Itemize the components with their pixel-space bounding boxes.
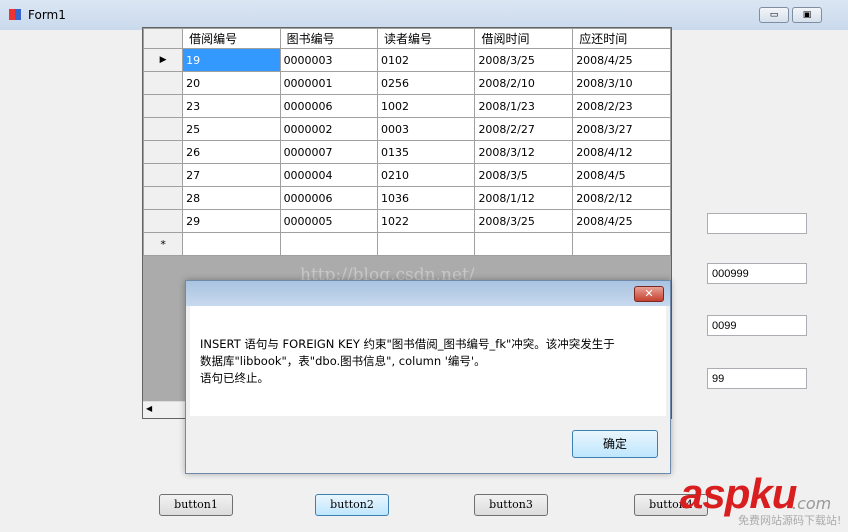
textbox-3[interactable] — [707, 315, 807, 336]
row-header[interactable] — [143, 209, 184, 233]
table-row[interactable]: 20 0000001 0256 2008/2/10 2008/3/10 — [143, 71, 671, 95]
table-cell[interactable]: 0003 — [376, 117, 476, 141]
message-line: 语句已终止。 — [200, 371, 269, 385]
table-cell[interactable]: 0000002 — [279, 117, 379, 141]
ok-button[interactable]: 确定 — [572, 430, 658, 458]
table-cell[interactable]: 0000001 — [279, 71, 379, 95]
app-icon — [9, 9, 21, 20]
column-header[interactable]: 图书编号 — [279, 28, 379, 49]
column-header[interactable]: 读者编号 — [376, 28, 476, 49]
column-header[interactable]: 借阅编号 — [182, 28, 281, 49]
error-dialog: ✕ INSERT 语句与 FOREIGN KEY 约束"图书借阅_图书编号_fk… — [185, 280, 671, 474]
logo-main: aspku — [680, 470, 797, 517]
table-cell[interactable]: 2008/3/12 — [474, 140, 574, 164]
table-cell[interactable]: 2008/3/5 — [474, 163, 574, 187]
table-row[interactable]: ▶ 19 0000003 0102 2008/3/25 2008/4/25 — [143, 48, 671, 72]
new-row[interactable]: * — [143, 232, 671, 256]
table-cell[interactable]: 2008/2/12 — [572, 186, 671, 210]
table-cell[interactable] — [182, 232, 281, 256]
table-cell[interactable]: 0000006 — [279, 94, 379, 118]
table-cell[interactable]: 0000003 — [279, 48, 379, 72]
table-cell[interactable]: 2008/4/25 — [572, 209, 671, 233]
table-cell[interactable] — [279, 232, 379, 256]
button2[interactable]: button2 — [315, 494, 389, 516]
row-header[interactable] — [143, 186, 184, 210]
table-cell[interactable]: 2008/1/12 — [474, 186, 574, 210]
table-cell[interactable]: 0102 — [376, 48, 476, 72]
table-cell[interactable]: 26 — [182, 140, 281, 164]
message-line: INSERT 语句与 FOREIGN KEY 约束"图书借阅_图书编号_fk"冲… — [200, 337, 615, 351]
table-row[interactable]: 29 0000005 1022 2008/3/25 2008/4/25 — [143, 209, 671, 233]
button3[interactable]: button3 — [474, 494, 548, 516]
table-cell[interactable]: 2008/3/25 — [474, 48, 574, 72]
column-header[interactable]: 应还时间 — [572, 28, 671, 49]
table-cell[interactable]: 19 — [182, 48, 281, 72]
table-cell[interactable]: 2008/3/25 — [474, 209, 574, 233]
column-header[interactable]: 借阅时间 — [474, 28, 574, 49]
minimize-button[interactable]: ▭ — [759, 7, 789, 23]
table-row[interactable]: 26 0000007 0135 2008/3/12 2008/4/12 — [143, 140, 671, 164]
message-line: 数据库"libbook"，表"dbo.图书信息", column '编号'。 — [200, 354, 486, 368]
table-cell[interactable]: 0135 — [376, 140, 476, 164]
table-cell[interactable]: 1036 — [376, 186, 476, 210]
table-cell[interactable]: 29 — [182, 209, 281, 233]
row-header[interactable] — [143, 71, 184, 95]
dialog-close-button[interactable]: ✕ — [634, 286, 664, 302]
button1[interactable]: button1 — [159, 494, 233, 516]
table-cell[interactable]: 2008/2/27 — [474, 117, 574, 141]
table-cell[interactable]: 2008/4/5 — [572, 163, 671, 187]
table-row[interactable]: 25 0000002 0003 2008/2/27 2008/3/27 — [143, 117, 671, 141]
table-row[interactable]: 28 0000006 1036 2008/1/12 2008/2/12 — [143, 186, 671, 210]
aspku-logo: aspku .com 免费网站源码下载站! — [680, 470, 848, 532]
corner-header — [143, 28, 184, 49]
textbox-1[interactable] — [707, 213, 807, 234]
table-cell[interactable]: 23 — [182, 94, 281, 118]
table-cell[interactable]: 2008/2/10 — [474, 71, 574, 95]
table-cell[interactable]: 27 — [182, 163, 281, 187]
table-cell[interactable]: 0000007 — [279, 140, 379, 164]
table-cell[interactable]: 2008/3/27 — [572, 117, 671, 141]
row-header[interactable] — [143, 94, 184, 118]
table-row[interactable]: 27 0000004 0210 2008/3/5 2008/4/5 — [143, 163, 671, 187]
table-cell[interactable]: 2008/4/12 — [572, 140, 671, 164]
table-cell[interactable]: 0256 — [376, 71, 476, 95]
table-cell[interactable]: 0000005 — [279, 209, 379, 233]
table-row[interactable]: 23 0000006 1002 2008/1/23 2008/2/23 — [143, 94, 671, 118]
row-header[interactable] — [143, 140, 184, 164]
logo-domain: .com — [792, 494, 832, 513]
scroll-left-icon[interactable]: ◀ — [146, 404, 152, 413]
row-header[interactable] — [143, 117, 184, 141]
table-cell[interactable]: 20 — [182, 71, 281, 95]
table-cell[interactable]: 2008/3/10 — [572, 71, 671, 95]
table-cell[interactable]: 0210 — [376, 163, 476, 187]
table-cell[interactable] — [474, 232, 574, 256]
table-cell[interactable]: 0000004 — [279, 163, 379, 187]
table-cell[interactable] — [572, 232, 671, 256]
table-cell[interactable]: 2008/1/23 — [474, 94, 574, 118]
table-cell[interactable]: 1022 — [376, 209, 476, 233]
dialog-title-bar — [186, 281, 670, 306]
table-cell[interactable]: 2008/4/25 — [572, 48, 671, 72]
table-cell[interactable]: 1002 — [376, 94, 476, 118]
table-cell[interactable]: 2008/2/23 — [572, 94, 671, 118]
table-cell[interactable] — [376, 232, 476, 256]
table-cell[interactable]: 25 — [182, 117, 281, 141]
dialog-message: INSERT 语句与 FOREIGN KEY 约束"图书借阅_图书编号_fk"冲… — [190, 306, 666, 416]
table-cell[interactable]: 28 — [182, 186, 281, 210]
textbox-2[interactable] — [707, 263, 807, 284]
row-header[interactable]: * — [143, 232, 184, 256]
logo-slogan: 免费网站源码下载站! — [738, 514, 842, 527]
row-header[interactable]: ▶ — [143, 48, 184, 72]
table-cell[interactable]: 0000006 — [279, 186, 379, 210]
window-title: Form1 — [28, 8, 66, 22]
title-bar: Form1 ▭ ▣ — [0, 0, 848, 30]
row-header[interactable] — [143, 163, 184, 187]
textbox-4[interactable] — [707, 368, 807, 389]
maximize-button[interactable]: ▣ — [792, 7, 822, 23]
